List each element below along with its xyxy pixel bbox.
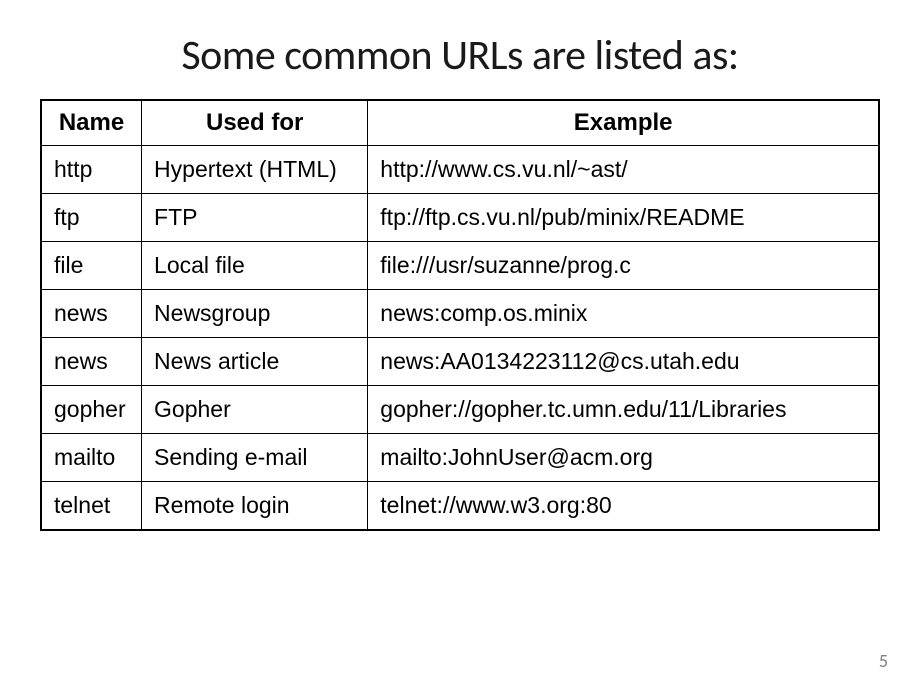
cell-example: telnet://www.w3.org:80 [368, 482, 879, 531]
cell-used-for: Gopher [142, 386, 368, 434]
page-number: 5 [879, 650, 888, 672]
slide: Some common URLs are listed as: Name Use… [0, 0, 920, 690]
cell-example: ftp://ftp.cs.vu.nl/pub/minix/README [368, 194, 879, 242]
header-used-for: Used for [142, 100, 368, 146]
table-row: ftp FTP ftp://ftp.cs.vu.nl/pub/minix/REA… [41, 194, 879, 242]
page-title: Some common URLs are listed as: [40, 30, 880, 81]
cell-name: telnet [41, 482, 142, 531]
cell-used-for: News article [142, 338, 368, 386]
header-example: Example [368, 100, 879, 146]
table-header-row: Name Used for Example [41, 100, 879, 146]
cell-name: http [41, 146, 142, 194]
table-row: file Local file file:///usr/suzanne/prog… [41, 242, 879, 290]
cell-name: gopher [41, 386, 142, 434]
cell-example: gopher://gopher.tc.umn.edu/11/Libraries [368, 386, 879, 434]
cell-used-for: FTP [142, 194, 368, 242]
cell-example: news:comp.os.minix [368, 290, 879, 338]
table-row: http Hypertext (HTML) http://www.cs.vu.n… [41, 146, 879, 194]
table-row: telnet Remote login telnet://www.w3.org:… [41, 482, 879, 531]
cell-example: http://www.cs.vu.nl/~ast/ [368, 146, 879, 194]
cell-name: ftp [41, 194, 142, 242]
cell-example: file:///usr/suzanne/prog.c [368, 242, 879, 290]
cell-used-for: Hypertext (HTML) [142, 146, 368, 194]
cell-example: news:AA0134223112@cs.utah.edu [368, 338, 879, 386]
cell-used-for: Local file [142, 242, 368, 290]
cell-name: news [41, 290, 142, 338]
cell-name: news [41, 338, 142, 386]
cell-used-for: Sending e-mail [142, 434, 368, 482]
cell-example: mailto:JohnUser@acm.org [368, 434, 879, 482]
url-table: Name Used for Example http Hypertext (HT… [40, 99, 880, 531]
cell-used-for: Newsgroup [142, 290, 368, 338]
table-row: gopher Gopher gopher://gopher.tc.umn.edu… [41, 386, 879, 434]
table-row: news News article news:AA0134223112@cs.u… [41, 338, 879, 386]
table-row: mailto Sending e-mail mailto:JohnUser@ac… [41, 434, 879, 482]
table-row: news Newsgroup news:comp.os.minix [41, 290, 879, 338]
cell-name: file [41, 242, 142, 290]
cell-used-for: Remote login [142, 482, 368, 531]
cell-name: mailto [41, 434, 142, 482]
header-name: Name [41, 100, 142, 146]
